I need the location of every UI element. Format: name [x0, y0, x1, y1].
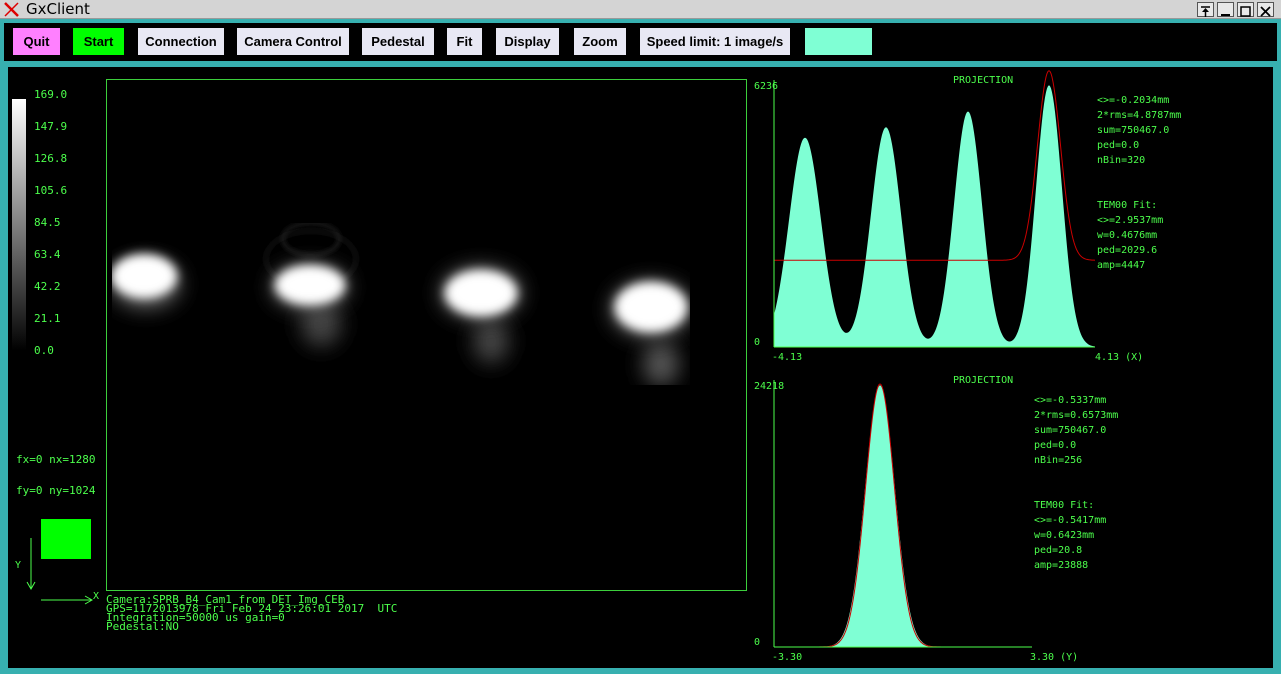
projection-y-fit: amp=23888: [1034, 560, 1088, 571]
projection-y-fit: <>=-0.5417mm: [1034, 515, 1106, 526]
maximize-button[interactable]: [1237, 2, 1254, 17]
projection-x-fit: TEM00 Fit:: [1097, 200, 1157, 211]
colorbar-tick: 0.0: [34, 344, 54, 357]
projection-x-fit: w=0.4676mm: [1097, 230, 1157, 241]
fit-button[interactable]: Fit: [447, 28, 482, 55]
projection-x-ymin: 0: [754, 337, 760, 348]
minimize-button[interactable]: [1217, 2, 1234, 17]
colorbar-tick: 126.8: [34, 152, 68, 165]
projection-y-fit: ped=20.8: [1034, 545, 1082, 556]
y-axis-label: Y: [15, 560, 21, 571]
projection-y-fit: TEM00 Fit:: [1034, 500, 1094, 511]
projection-y-xmin: -3.30: [772, 652, 802, 663]
camera-image-view[interactable]: [106, 79, 748, 592]
projection-x-fit: amp=4447: [1097, 260, 1145, 271]
projection-y-plot[interactable]: PROJECTION 24218 0 -3.30 3.30 (Y) <>=-0.…: [750, 370, 1270, 665]
x-axis-label: X: [93, 591, 99, 602]
connection-button[interactable]: Connection: [138, 28, 224, 55]
projection-x-fit: <>=2.9537mm: [1097, 215, 1163, 226]
projection-y-ymax: 24218: [754, 381, 784, 392]
projection-y-stat: sum=750467.0: [1034, 425, 1106, 436]
projection-x-stat: ped=0.0: [1097, 140, 1139, 151]
projection-x-xmax: 4.13 (X): [1095, 352, 1143, 363]
colorbar-tick: 105.6: [34, 184, 68, 197]
colorbar-tick: 147.9: [34, 120, 68, 133]
image-info: Camera:SPRB_B4_Cam1 from DET_Img_CEB GPS=…: [106, 594, 397, 632]
maximize-icon: [1240, 6, 1251, 17]
colorbar-tick: 84.5: [34, 216, 61, 229]
projection-y-stat: nBin=256: [1034, 455, 1082, 466]
colorbar: [12, 99, 26, 351]
zoom-button[interactable]: Zoom: [574, 28, 626, 55]
projection-x-stat: sum=750467.0: [1097, 125, 1169, 136]
speed-limit-button[interactable]: Speed limit: 1 image/s: [640, 28, 790, 55]
title-bar: GxClient: [0, 0, 1281, 19]
axes-orientation: Y X: [15, 538, 99, 605]
projection-x-xmin: -4.13: [772, 352, 802, 363]
start-button[interactable]: Start: [73, 28, 124, 55]
projection-x-histogram: [774, 85, 1095, 348]
projection-y-stat: 2*rms=0.6573mm: [1034, 410, 1118, 421]
projection-y-fit: w=0.6423mm: [1034, 530, 1094, 541]
display-button[interactable]: Display: [496, 28, 559, 55]
quit-button[interactable]: Quit: [13, 28, 60, 55]
projection-x-fit: ped=2029.6: [1097, 245, 1157, 256]
minimize-icon: [1221, 14, 1230, 16]
projection-y-ymin: 0: [754, 637, 760, 648]
projection-x-stat: <>=-0.2034mm: [1097, 95, 1169, 106]
camera-control-button[interactable]: Camera Control: [237, 28, 349, 55]
colorbar-tick: 42.2: [34, 280, 61, 293]
close-icon: [1260, 6, 1271, 17]
projection-y-xmax: 3.30 (Y): [1030, 652, 1078, 663]
projection-x-title: PROJECTION: [953, 75, 1013, 86]
toolbar: Quit Start Connection Camera Control Ped…: [4, 23, 1277, 61]
pin-top-icon: [1201, 6, 1210, 17]
pedestal-button[interactable]: Pedestal: [362, 28, 434, 55]
colorbar-tick: 169.0: [34, 88, 68, 101]
projection-y-histogram: [774, 385, 1032, 647]
cursor-y-readout: fy=0 ny=1024: [16, 484, 96, 497]
status-indicator: [805, 28, 872, 55]
projection-y-stat: <>=-0.5337mm: [1034, 395, 1106, 406]
projection-x-stat: nBin=320: [1097, 155, 1145, 166]
colorbar-tick: 21.1: [34, 312, 61, 325]
projection-y-stat: ped=0.0: [1034, 440, 1076, 451]
cursor-x-readout: fx=0 nx=1280: [16, 453, 96, 466]
window-title: GxClient: [26, 0, 90, 18]
x-window-icon: [4, 2, 19, 17]
stick-button[interactable]: [1197, 2, 1214, 17]
projection-x-plot[interactable]: PROJECTION 6236 0 -4.13 4.13 (X) <>=-0.2…: [750, 70, 1270, 365]
projection-x-stat: 2*rms=4.8787mm: [1097, 110, 1181, 121]
colorbar-tick: 63.4: [34, 248, 61, 261]
close-button[interactable]: [1257, 2, 1274, 17]
projection-y-title: PROJECTION: [953, 375, 1013, 386]
